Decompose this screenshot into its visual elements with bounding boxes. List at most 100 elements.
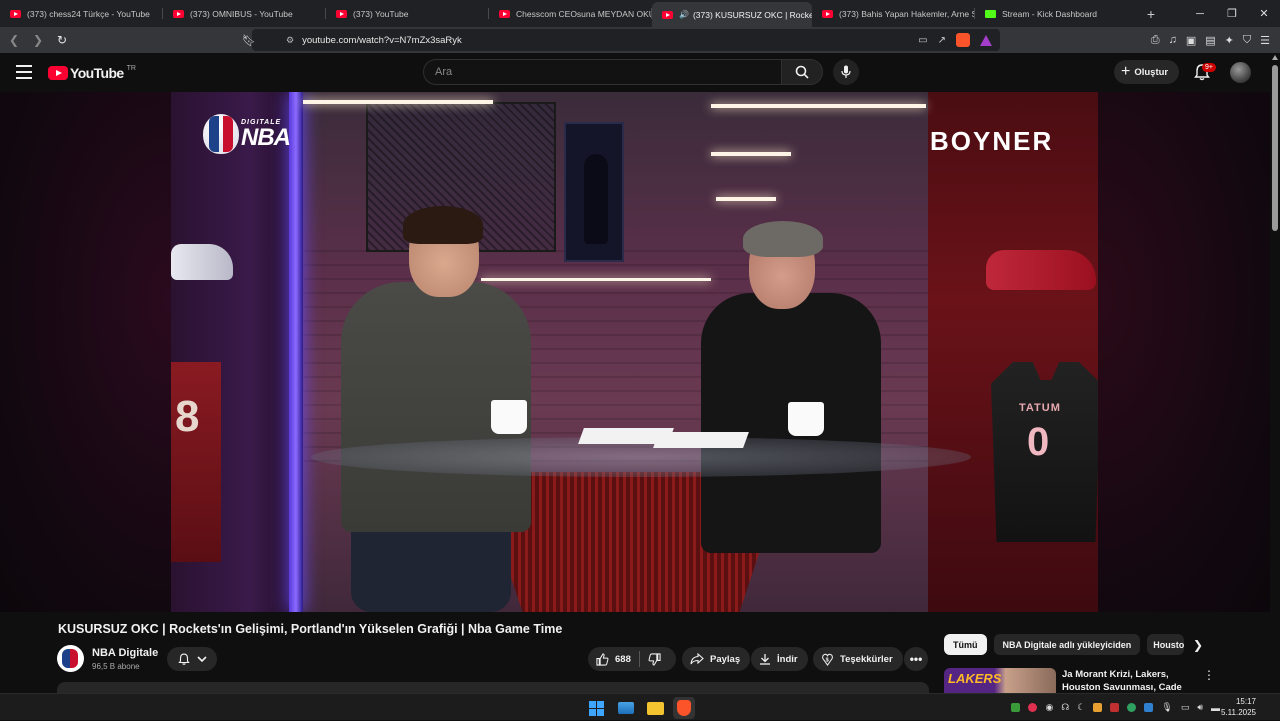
reload-icon[interactable]: ↻: [52, 30, 72, 50]
speaker-icon[interactable]: 🔊: [679, 10, 689, 19]
browser-tab[interactable]: (373) YouTube: [326, 0, 489, 27]
tray-app-icon[interactable]: [1144, 703, 1154, 712]
plus-icon: +: [1121, 63, 1131, 80]
start-button[interactable]: [585, 697, 607, 719]
dislike-button[interactable]: [640, 647, 669, 671]
thanks-button[interactable]: $ Teşekkürler: [813, 647, 903, 671]
like-button[interactable]: 688: [588, 647, 639, 671]
tab-title: (373) Bahis Yapan Hakemler, Arne Slo: [839, 8, 975, 19]
create-button[interactable]: + Oluştur: [1114, 60, 1180, 84]
video-player[interactable]: 8 TATUM 0 DIGITALE NBA BOYNER: [0, 92, 1270, 612]
voice-search-button[interactable]: [833, 59, 859, 85]
search-button[interactable]: [781, 59, 823, 85]
youtube-icon: [336, 9, 347, 18]
scrollbar-thumb[interactable]: [1272, 65, 1278, 231]
channel-name[interactable]: NBA Digitale: [92, 647, 158, 659]
microphone-icon[interactable]: 🎙︎: [1161, 702, 1172, 713]
close-window-icon[interactable]: ✕: [1248, 0, 1280, 27]
youtube-play-icon: [48, 66, 68, 80]
brave-shield-icon[interactable]: [956, 33, 970, 47]
media-icon[interactable]: ♫: [1169, 34, 1177, 46]
back-icon[interactable]: ❮: [4, 30, 24, 50]
cast-icon[interactable]: ▭: [918, 35, 927, 46]
tab-title: (373) OMNIBUS - YouTube: [190, 8, 293, 19]
video-frame[interactable]: 8 TATUM 0 DIGITALE NBA BOYNER: [171, 92, 1098, 612]
photos-app-icon[interactable]: [615, 697, 637, 719]
network-icon[interactable]: ▭: [1181, 702, 1190, 713]
tray-app-icon[interactable]: [1110, 703, 1120, 712]
tray-app-icon[interactable]: ☊: [1061, 702, 1069, 713]
system-clock[interactable]: 15:17 5.11.2025: [1221, 696, 1256, 718]
screenshot-icon[interactable]: ⎙: [1151, 34, 1160, 47]
tray-app-icon[interactable]: [1127, 703, 1137, 712]
browser-tab[interactable]: (373) Bahis Yapan Hakemler, Arne Slo: [812, 0, 975, 27]
tray-app-icon[interactable]: [1028, 703, 1038, 712]
recommendation-thumbnail[interactable]: LAKERS: [944, 668, 1056, 694]
youtube-logo[interactable]: YouTube TR: [48, 65, 136, 81]
browser-tab-active[interactable]: 🔊 (373) KUSURSUZ OKC | Rocke ✕: [652, 2, 812, 27]
bookmark-icon[interactable]: 🔖︎: [242, 29, 256, 51]
tray-app-icon[interactable]: ☾: [1077, 702, 1085, 713]
menu-icon[interactable]: [16, 65, 32, 79]
url-text[interactable]: youtube.com/watch?v=N7mZx3saRyk: [302, 35, 462, 46]
thumbs-up-icon: [596, 652, 609, 666]
search-box: [423, 59, 781, 85]
sneaker-display: [171, 244, 233, 280]
browser-tab[interactable]: (373) OMNIBUS - YouTube: [163, 0, 326, 27]
recommendation-title[interactable]: Ja Morant Krizi, Lakers, Houston Savunma…: [1062, 668, 1182, 694]
tray-app-icon[interactable]: [1011, 703, 1021, 712]
leo-ai-icon[interactable]: ✦: [1225, 34, 1234, 47]
share-button[interactable]: Paylaş: [682, 647, 751, 671]
windows-icon: [588, 700, 604, 716]
address-bar[interactable]: 🔖︎ ⚙ youtube.com/watch?v=N7mZx3saRyk ▭ ↗: [242, 29, 1000, 51]
minimize-icon[interactable]: ─: [1184, 0, 1216, 27]
download-button[interactable]: İndir: [751, 647, 808, 671]
browser-tab[interactable]: (373) chess24 Türkçe - YouTube: [0, 0, 163, 27]
channel-avatar[interactable]: [57, 645, 84, 672]
new-tab-button[interactable]: +: [1138, 0, 1164, 27]
os-taskbar: ◉ ☊ ☾ 🎙︎ ▭ 🔊︎ ▬ 15:17 5.11.2025: [0, 693, 1280, 720]
site-info-icon[interactable]: ⚙: [286, 35, 294, 46]
microphone-icon: [841, 65, 851, 78]
chip-houston[interactable]: Houston: [1147, 634, 1185, 655]
page-scrollbar[interactable]: [1270, 53, 1280, 693]
avatar[interactable]: [1230, 62, 1251, 83]
search-input[interactable]: [424, 60, 781, 84]
restore-icon[interactable]: ❐: [1216, 0, 1248, 27]
sneaker-display: [986, 250, 1096, 290]
brave-rewards-icon[interactable]: [980, 34, 992, 46]
rockets-jersey: 8: [171, 362, 221, 562]
forward-icon[interactable]: ❯: [28, 30, 48, 50]
youtube-icon: [173, 9, 184, 18]
subscription-notification-button[interactable]: [167, 647, 217, 671]
file-explorer-icon[interactable]: [644, 697, 666, 719]
video-title: KUSURSUZ OKC | Rockets'ın Gelişimi, Port…: [58, 622, 563, 636]
chip-all[interactable]: Tümü: [944, 634, 987, 655]
tab-title: Stream - Kick Dashboard: [1002, 8, 1097, 19]
vpn-icon[interactable]: ⛉: [1243, 34, 1251, 47]
search-icon: [795, 65, 809, 79]
share-icon: [690, 653, 704, 665]
tab-title: (373) KUSURSUZ OKC | Rocke: [692, 9, 812, 20]
more-horizontal-icon: •••: [909, 652, 923, 666]
nba-digitale-watermark: DIGITALE NBA: [203, 114, 291, 154]
more-actions-button[interactable]: •••: [904, 647, 928, 671]
display-panel: [564, 122, 624, 262]
volume-icon[interactable]: 🔊︎: [1197, 702, 1203, 713]
more-vertical-icon[interactable]: ⋮: [1203, 668, 1215, 682]
chevron-right-icon[interactable]: ❯: [1188, 634, 1208, 655]
scroll-up-icon[interactable]: [1272, 55, 1278, 60]
share-page-icon[interactable]: ↗: [938, 35, 946, 46]
super-thanks-icon: $: [822, 653, 833, 666]
wallet-icon[interactable]: ▤: [1205, 34, 1215, 47]
sidebar-icon[interactable]: ▣: [1186, 34, 1196, 47]
tray-app-icon[interactable]: [1093, 703, 1103, 712]
chip-from-uploader[interactable]: NBA Digitale adlı yükleyiciden: [993, 634, 1141, 655]
notification-badge: 9+: [1202, 63, 1216, 72]
browser-tab[interactable]: Stream - Kick Dashboard: [975, 0, 1138, 27]
steam-icon[interactable]: ◉: [1045, 702, 1053, 713]
browser-tab[interactable]: Chesscom CEOsuna MEYDAN OKUDU: [489, 0, 652, 27]
battery-icon[interactable]: ▬: [1211, 703, 1220, 713]
brave-browser-icon[interactable]: [673, 697, 695, 719]
menu-icon[interactable]: ☰: [1260, 34, 1270, 47]
